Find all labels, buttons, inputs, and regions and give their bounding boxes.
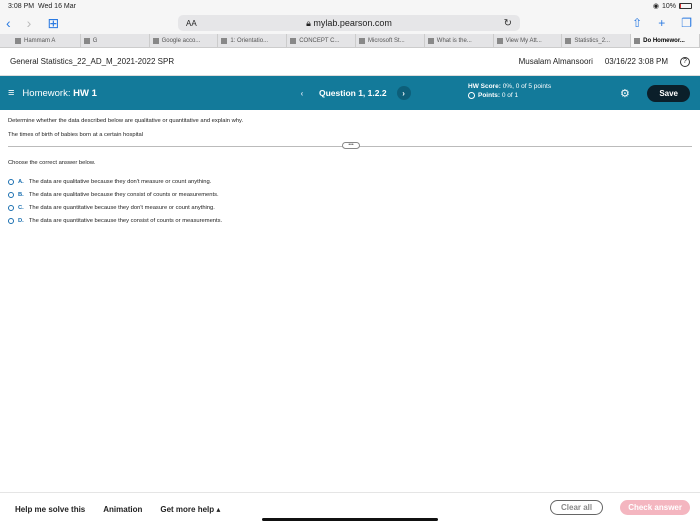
menu-icon[interactable]: ≡ <box>8 87 14 99</box>
get-more-help-link[interactable]: Get more help ▴ <box>160 505 220 514</box>
reader-aa-button[interactable]: AA <box>186 19 197 28</box>
question-instruction: Determine whether the data described bel… <box>8 118 244 124</box>
course-name: General Statistics_22_AD_M_2021-2022 SPR <box>10 57 175 66</box>
favicon-icon <box>565 37 572 44</box>
close-tab-icon[interactable] <box>634 37 641 44</box>
animation-link[interactable]: Animation <box>103 505 142 514</box>
homework-name: HW 1 <box>73 87 97 99</box>
browser-toolbar: ‹ › ⊞ AA 🔒︎ mylab.pearson.com ↻ ⇧ + ❐ <box>0 12 700 34</box>
question-stem: Determine whether the data described bel… <box>0 110 700 142</box>
favicon-icon <box>290 37 297 44</box>
wifi-icon: ◉ <box>652 3 659 10</box>
answer-option-c[interactable]: C. The data are quantitative because they… <box>8 201 692 214</box>
browser-tab[interactable]: G <box>81 34 150 47</box>
answer-option-a[interactable]: A. The data are qualitative because they … <box>8 175 692 188</box>
battery-icon <box>679 3 692 9</box>
ios-status-bar: 3:08 PM Wed 16 Mar ◉ 10% <box>0 0 700 12</box>
browser-tab[interactable]: Hammam A <box>12 34 81 47</box>
browser-tab[interactable]: Google acco... <box>150 34 219 47</box>
next-question-icon[interactable]: › <box>396 86 411 100</box>
browser-tab-strip: Hammam A G Google acco... 1: Orientatio.… <box>0 34 700 48</box>
share-icon[interactable]: ⇧ <box>632 16 642 30</box>
radio-icon[interactable] <box>8 191 14 198</box>
homework-title: Homework: HW 1 <box>22 87 97 99</box>
user-name: Musalam Almansoori <box>518 57 593 66</box>
answer-area: Choose the correct answer below. A. The d… <box>0 152 700 235</box>
radio-icon[interactable] <box>8 204 14 211</box>
homework-bar: ≡ Homework: HW 1 ‹ Question 1, 1.2.2 › H… <box>0 76 700 110</box>
browser-tab[interactable]: What is the... <box>425 34 494 47</box>
resize-handle-icon[interactable]: ••• <box>342 142 360 149</box>
course-header: General Statistics_22_AD_M_2021-2022 SPR… <box>0 48 700 76</box>
browser-tab[interactable]: CONCEPT C... <box>287 34 356 47</box>
help-icon[interactable]: ? <box>680 56 690 67</box>
browser-tab-active[interactable]: Do Homewor... <box>631 34 700 47</box>
save-button[interactable]: Save <box>647 84 690 102</box>
favicon-icon <box>221 37 228 44</box>
browser-tab[interactable]: Statistics_2... <box>562 34 632 47</box>
points-value: 0 of 1 <box>501 92 519 99</box>
radio-icon[interactable] <box>8 178 14 185</box>
battery-percent: 10% <box>661 2 676 10</box>
question-item: The times of birth of babies born at a c… <box>8 132 144 138</box>
favicon-icon <box>358 37 365 44</box>
answer-prompt: Choose the correct answer below. <box>8 160 96 166</box>
previous-question-icon[interactable]: ‹ <box>295 86 309 100</box>
lock-icon: 🔒︎ <box>306 17 311 28</box>
progress-ring-icon <box>468 91 475 99</box>
url-text: mylab.pearson.com <box>313 18 392 28</box>
favicon-icon <box>496 37 503 44</box>
browser-tab[interactable]: 1: Orientatio... <box>218 34 288 47</box>
status-time: 3:08 PM <box>8 2 35 10</box>
browser-tab[interactable]: Microsoft St... <box>356 34 425 47</box>
answer-option-b[interactable]: B. The data are qualitative because they … <box>8 188 692 201</box>
clear-all-button[interactable]: Clear all <box>550 500 604 515</box>
question-label[interactable]: Question 1, 1.2.2 <box>319 88 387 98</box>
bookmarks-icon[interactable]: ⊞ <box>47 15 59 32</box>
help-me-solve-link[interactable]: Help me solve this <box>15 505 85 514</box>
check-answer-button[interactable]: Check answer <box>620 500 690 515</box>
tabs-overview-icon[interactable]: ❐ <box>681 16 692 30</box>
back-icon[interactable]: ‹ <box>6 15 11 32</box>
hw-score-value: 0%, 0 of 5 points <box>502 83 552 90</box>
favicon-icon <box>152 37 159 44</box>
gear-icon[interactable]: ⚙ <box>620 87 630 100</box>
current-datetime: 03/16/22 3:08 PM <box>604 57 668 66</box>
browser-tab[interactable]: View My Att... <box>494 34 563 47</box>
favicon-icon <box>15 37 21 44</box>
new-tab-icon[interactable]: + <box>658 16 665 30</box>
status-date: Wed 16 Mar <box>37 2 76 10</box>
pane-divider: ••• <box>8 142 692 152</box>
home-indicator[interactable] <box>262 518 438 521</box>
favicon-icon <box>427 37 434 44</box>
answer-option-d[interactable]: D. The data are quantitative because they… <box>8 214 692 227</box>
favicon-icon <box>83 37 90 44</box>
forward-icon[interactable]: › <box>27 15 32 32</box>
question-navigator: ‹ Question 1, 1.2.2 › <box>295 86 411 100</box>
score-panel: HW Score: 0%, 0 of 5 points Points: 0 of… <box>468 83 552 99</box>
radio-icon[interactable] <box>8 217 14 224</box>
address-bar[interactable]: AA 🔒︎ mylab.pearson.com ↻ <box>178 15 520 31</box>
reload-icon[interactable]: ↻ <box>504 18 512 29</box>
